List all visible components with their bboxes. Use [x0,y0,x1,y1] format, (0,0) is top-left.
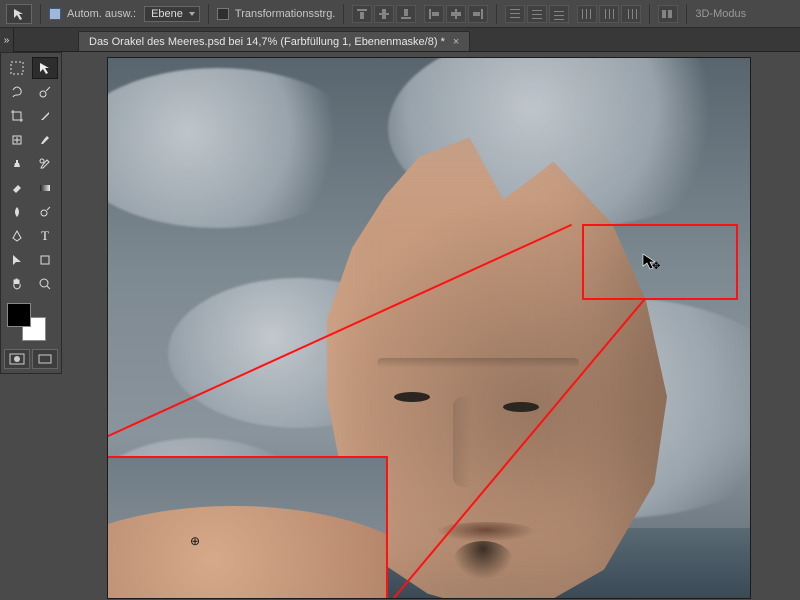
toolbox: T [0,52,62,374]
target-crosshair-icon: ⊕ [190,534,200,548]
zoom-tool-icon[interactable] [32,273,58,295]
hand-tool-icon[interactable] [4,273,30,295]
path-select-tool-icon[interactable] [4,249,30,271]
distribute-hcenter-icon[interactable] [599,5,619,23]
align-hcenter-icon[interactable] [446,5,466,23]
separator [40,4,41,24]
mode-3d-label: 3D-Modus [695,8,746,20]
distribute-right-icon[interactable] [621,5,641,23]
brush-tool-icon[interactable] [32,129,58,151]
auto-align-icon[interactable] [658,5,678,23]
marquee-tool-icon[interactable] [4,57,30,79]
sky-cloud [108,68,368,228]
screen-mode-icon[interactable] [32,349,58,369]
align-group-2 [424,5,488,23]
separator [343,4,344,24]
distribute-left-icon[interactable] [577,5,597,23]
transform-controls-label: Transformationsstrg. [235,8,335,20]
tab-well-handle[interactable]: » [0,28,14,52]
distribute-group-1 [505,5,569,23]
type-tool-icon[interactable]: T [32,225,58,247]
clone-stamp-tool-icon[interactable] [4,153,30,175]
distribute-bottom-icon[interactable] [549,5,569,23]
move-tool-icon[interactable] [32,57,58,79]
dodge-tool-icon[interactable] [32,201,58,223]
spot-heal-tool-icon[interactable] [4,129,30,151]
transform-controls-checkbox[interactable]: Transformationsstrg. [217,8,335,20]
document-tab-strip: Das Orakel des Meeres.psd bei 14,7% (Far… [0,28,800,52]
chevron-right-icon: » [4,35,10,46]
document-tab[interactable]: Das Orakel des Meeres.psd bei 14,7% (Far… [78,31,470,51]
autoselect-checkbox[interactable]: Autom. ausw.: [49,8,136,20]
callout-zoom-box: ⊕ [108,456,388,598]
align-left-icon[interactable] [424,5,444,23]
separator [496,4,497,24]
close-icon[interactable]: × [453,36,459,48]
separator [208,4,209,24]
separator [649,4,650,24]
gradient-tool-icon[interactable] [32,177,58,199]
distribute-top-icon[interactable] [505,5,525,23]
align-bottom-icon[interactable] [396,5,416,23]
distribute-vcenter-icon[interactable] [527,5,547,23]
move-cursor-icon: ✥ [642,253,660,276]
blur-tool-icon[interactable] [4,201,30,223]
align-vcenter-icon[interactable] [374,5,394,23]
color-swatches[interactable] [4,301,58,343]
align-top-icon[interactable] [352,5,372,23]
autoselect-label: Autom. ausw.: [67,8,136,20]
pen-tool-icon[interactable] [4,225,30,247]
separator [686,4,687,24]
document-canvas[interactable]: ⊕ ✥ [108,58,750,598]
crop-tool-icon[interactable] [4,105,30,127]
eraser-tool-icon[interactable] [4,177,30,199]
align-right-icon[interactable] [468,5,488,23]
distribute-group-2 [577,5,641,23]
shape-tool-icon[interactable] [32,249,58,271]
history-brush-tool-icon[interactable] [32,153,58,175]
eyedropper-tool-icon[interactable] [32,105,58,127]
quick-select-tool-icon[interactable] [32,81,58,103]
quick-mask-icon[interactable] [4,349,30,369]
canvas-area[interactable]: ⊕ ✥ [62,52,800,600]
foreground-color-swatch[interactable] [7,303,31,327]
move-tool-indicator-icon [6,4,32,24]
autoselect-target-select[interactable]: Ebene [144,6,200,22]
align-group-1 [352,5,416,23]
options-bar: Autom. ausw.: Ebene Transformationsstrg.… [0,0,800,28]
lasso-tool-icon[interactable] [4,81,30,103]
document-tab-title: Das Orakel des Meeres.psd bei 14,7% (Far… [89,36,445,48]
